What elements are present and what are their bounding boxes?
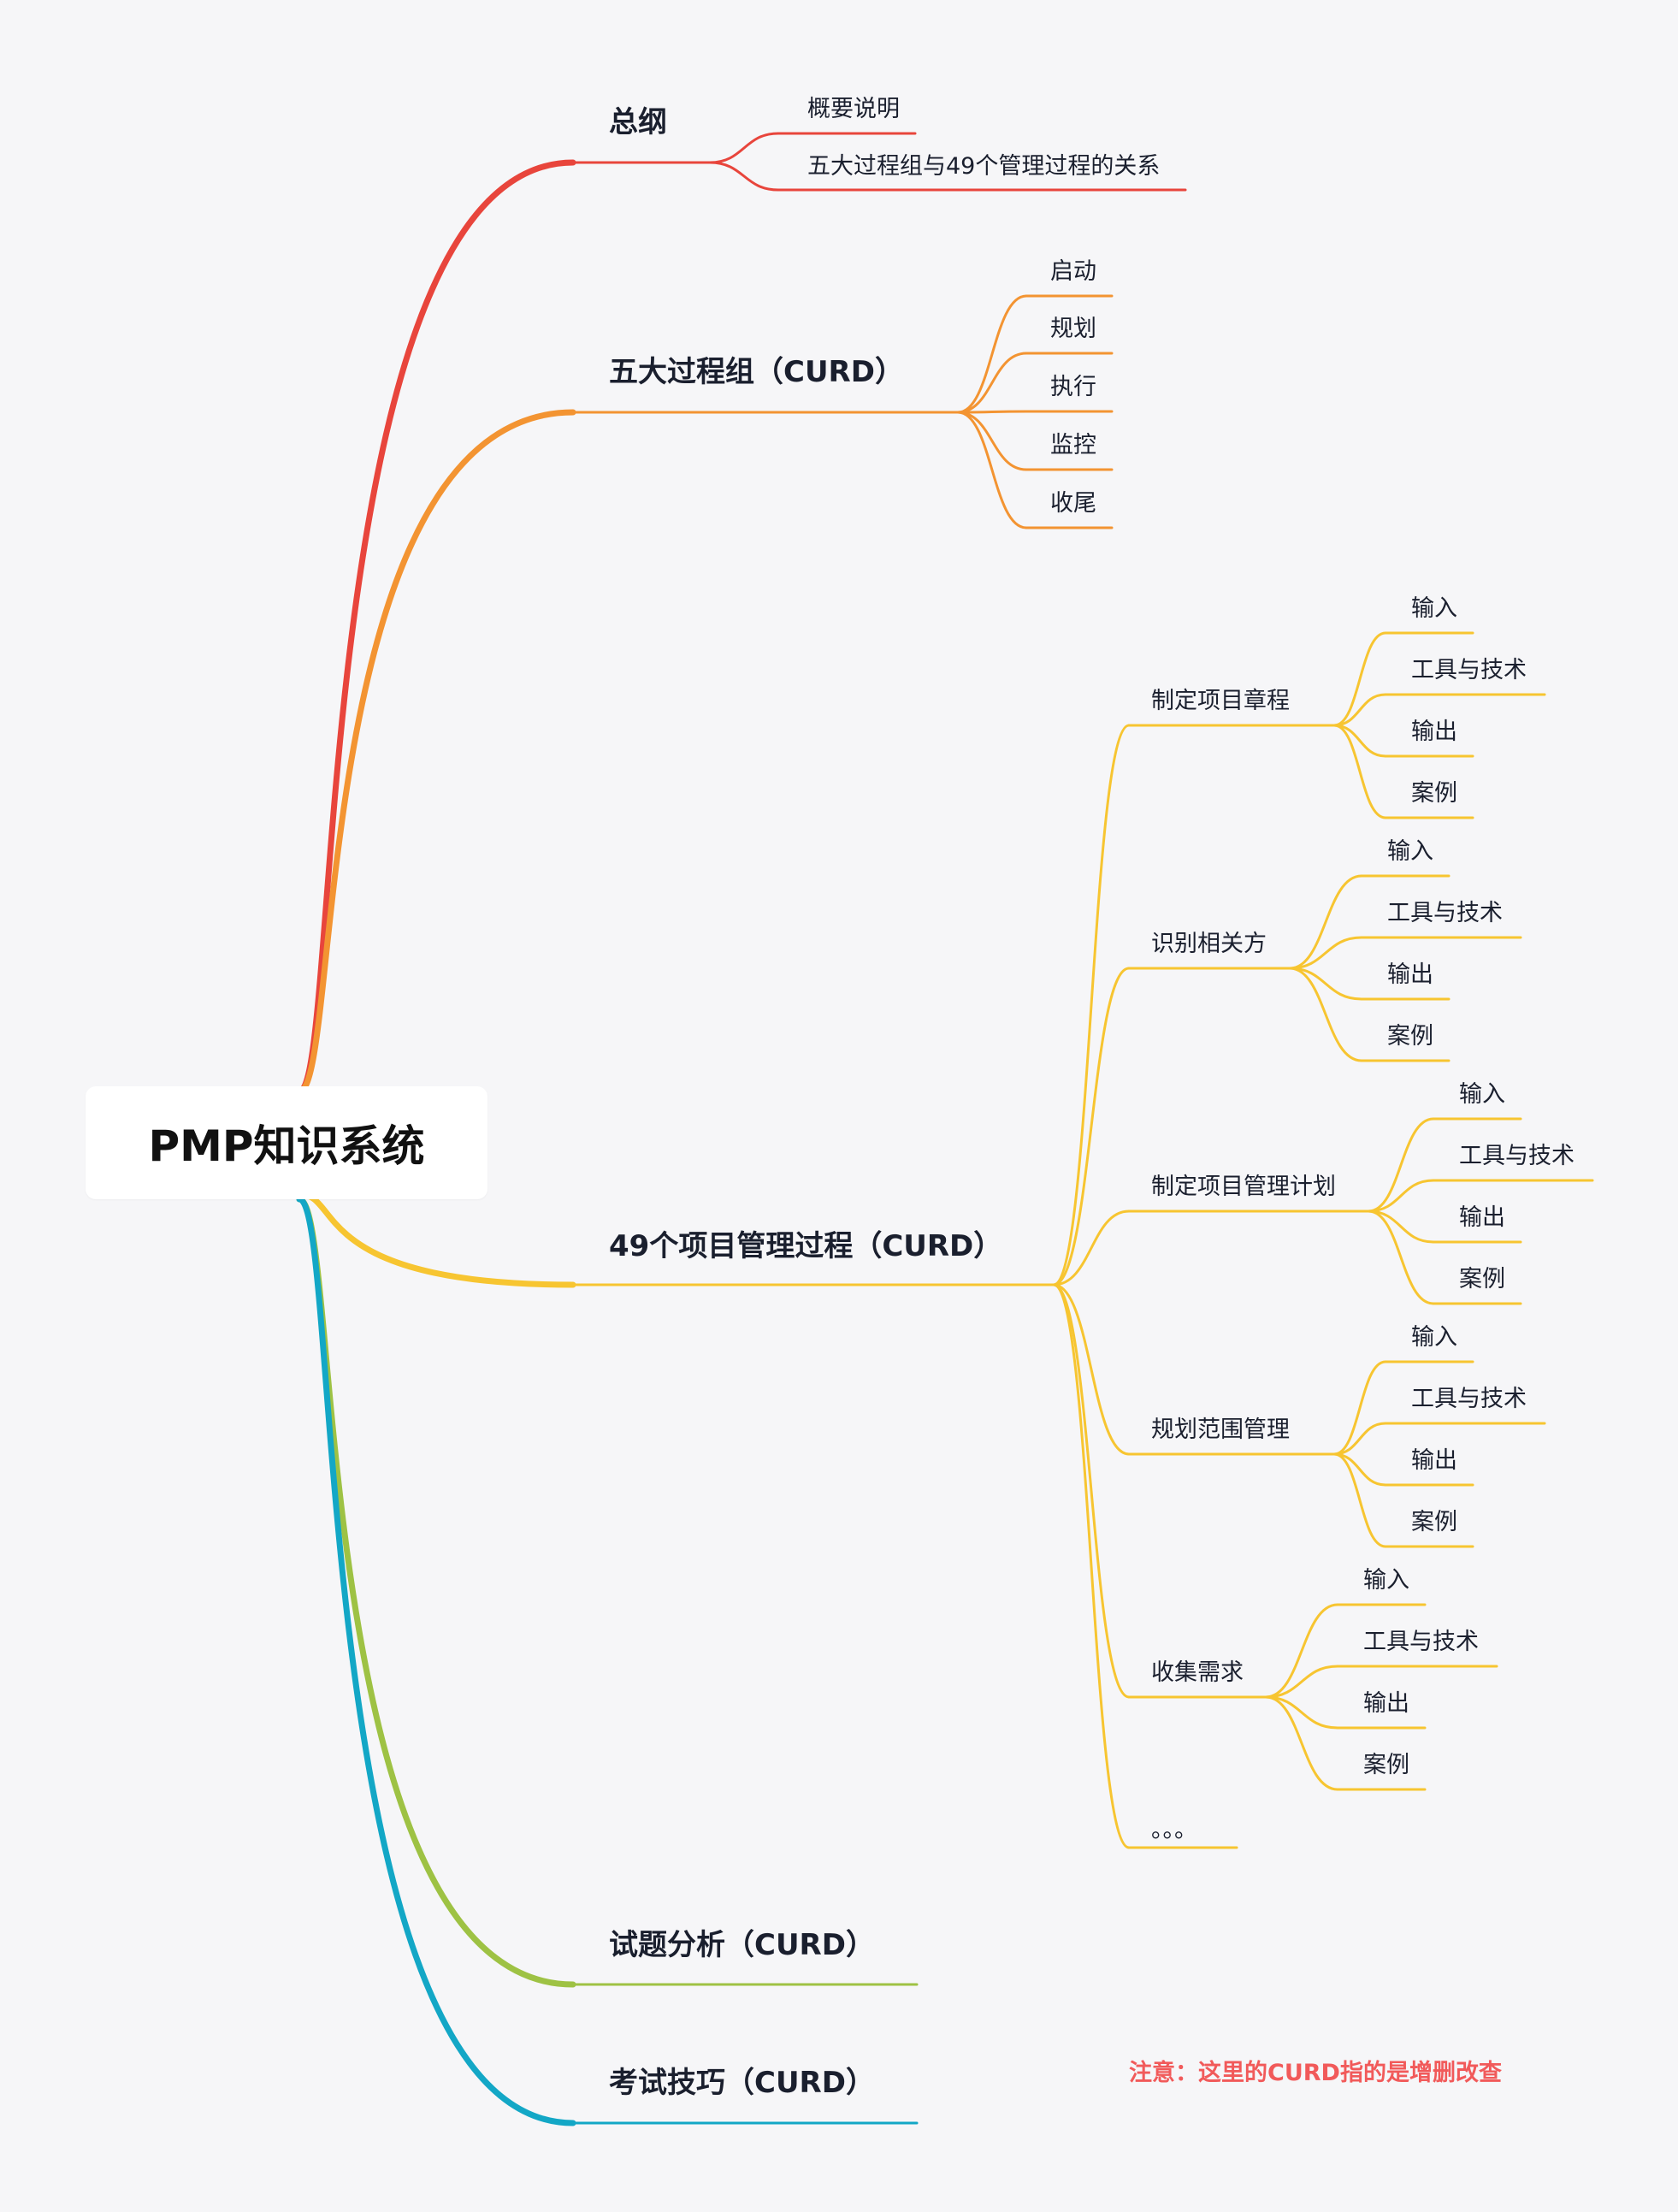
node-collect-requirements[interactable]: 收集需求 [1151,1661,1244,1684]
node-identify-stakeholders[interactable]: 识别相关方 [1151,932,1267,955]
leaf-scope-cases[interactable]: 案例 [1411,1511,1457,1534]
child-connector [1052,1283,1131,1456]
node-develop-charter[interactable]: 制定项目章程 [1151,689,1290,713]
branch-connector [296,1196,576,2126]
branch-49-processes[interactable]: 49个项目管理过程（CURD） [609,1232,1002,1261]
node-closing[interactable]: 收尾 [1050,492,1096,515]
node-develop-pm-plan[interactable]: 制定项目管理计划 [1151,1175,1336,1198]
leaf-pmplan-inputs[interactable]: 输入 [1459,1083,1505,1106]
leaf-scope-outputs[interactable]: 输出 [1411,1449,1457,1472]
leaf-stakeholders-tools[interactable]: 工具与技术 [1387,902,1503,925]
leaf-charter-outputs[interactable]: 输出 [1411,720,1457,743]
child-connector [956,411,1028,471]
node-executing[interactable]: 执行 [1050,376,1096,399]
leaf-charter-inputs[interactable]: 输入 [1411,597,1457,620]
node-initiating[interactable]: 启动 [1050,260,1096,283]
leaf-pmplan-tools[interactable]: 工具与技术 [1459,1144,1575,1168]
leaf-requirements-cases[interactable]: 案例 [1363,1754,1409,1777]
root-label: PMP知识系统 [148,1121,425,1171]
branch-connector [296,1191,576,1288]
leaf-requirements-outputs[interactable]: 输出 [1363,1692,1409,1715]
child-connector [1052,1283,1131,1699]
child-connector [708,161,780,192]
node-planning[interactable]: 规划 [1050,317,1096,340]
leaf-scope-inputs[interactable]: 输入 [1411,1326,1457,1349]
branch-exam-analysis[interactable]: 试题分析（CURD） [609,1931,875,1960]
branch-overview[interactable]: 总纲 [609,108,667,137]
leaf-charter-cases[interactable]: 案例 [1411,782,1457,805]
branch-connector [296,159,576,1095]
node-overview-summary[interactable]: 概要说明 [807,98,900,121]
branch-process-groups[interactable]: 五大过程组（CURD） [609,358,904,387]
leaf-stakeholders-inputs[interactable]: 输入 [1387,840,1433,863]
leaf-pmplan-cases[interactable]: 案例 [1459,1268,1505,1291]
curd-note: 注意：这里的CURD指的是增删改查 [1129,2060,1502,2086]
leaf-charter-tools[interactable]: 工具与技术 [1411,659,1527,682]
child-connector [708,132,780,164]
child-connector [956,352,1028,414]
mind-map: PMP知识系统 总纲 五大过程组（CURD） 49个项目管理过程（CURD） 试… [0,0,1678,2212]
node-more[interactable]: 。。。 [1151,1819,1197,1842]
leaf-requirements-inputs[interactable]: 输入 [1363,1569,1409,1592]
branch-connector [296,1196,576,1988]
root-node[interactable]: PMP知识系统 [86,1086,487,1199]
child-connector [956,411,1028,529]
node-overview-relation[interactable]: 五大过程组与49个管理过程的关系 [807,155,1160,178]
leaf-scope-tools[interactable]: 工具与技术 [1411,1387,1527,1411]
leaf-stakeholders-cases[interactable]: 案例 [1387,1025,1433,1048]
child-connector [956,410,1028,414]
branch-exam-tips[interactable]: 考试技巧（CURD） [609,2068,875,2097]
leaf-pmplan-outputs[interactable]: 输出 [1459,1206,1505,1229]
leaf-stakeholders-outputs[interactable]: 输出 [1387,963,1433,986]
node-plan-scope[interactable]: 规划范围管理 [1151,1418,1290,1441]
child-connector [1052,724,1131,1286]
node-monitoring[interactable]: 监控 [1050,434,1096,457]
leaf-requirements-tools[interactable]: 工具与技术 [1363,1630,1479,1653]
